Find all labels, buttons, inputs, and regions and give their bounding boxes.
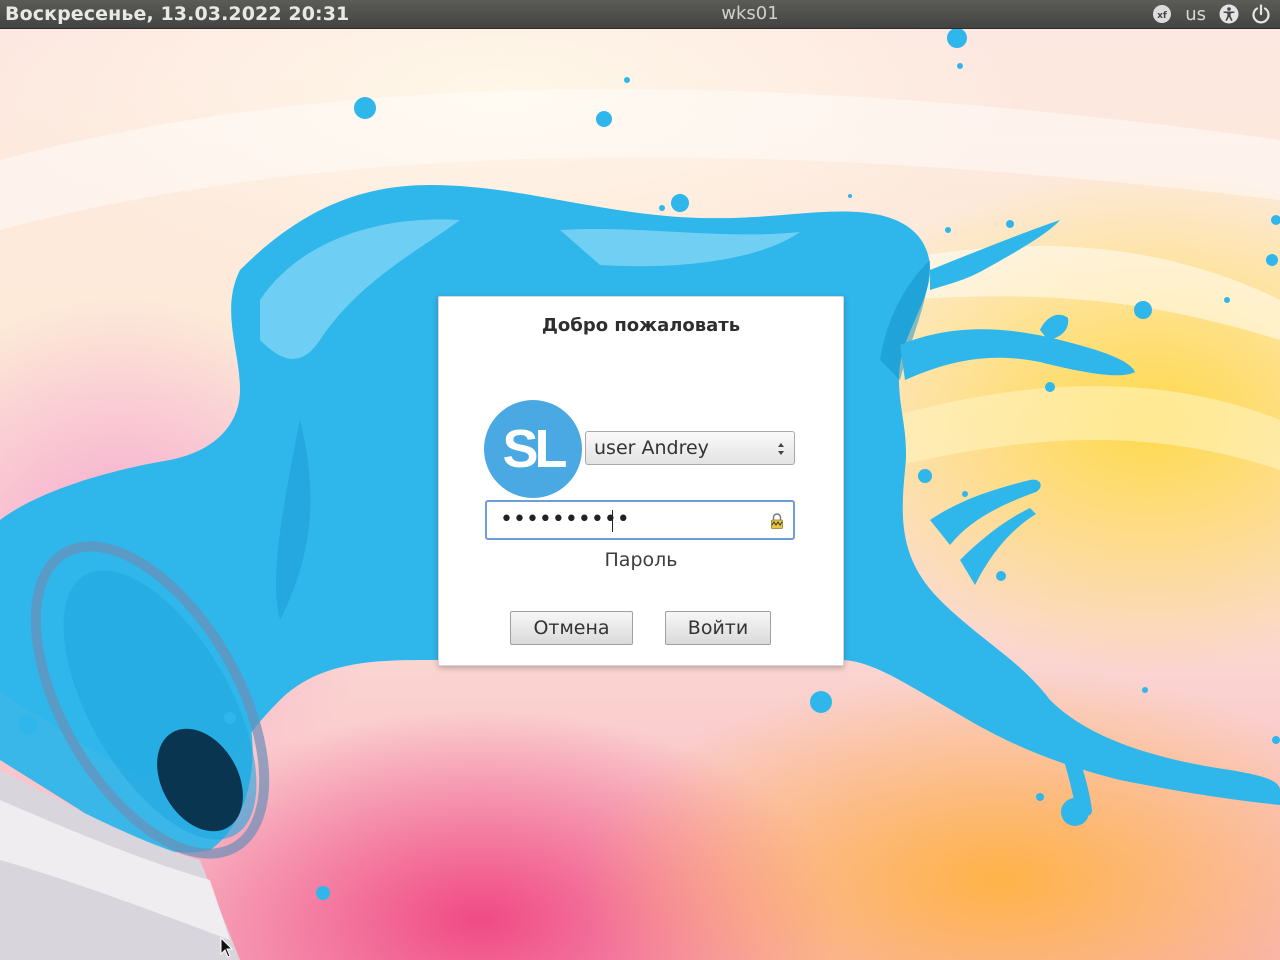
keyboard-layout-label: us [1185,3,1206,25]
login-dialog: Добро пожаловать SL user Andrey ••••••••… [438,296,844,666]
clock-datetime[interactable]: Воскресенье, 13.03.2022 20:31 [5,3,349,25]
power-icon[interactable] [1250,2,1272,26]
svg-text:xf: xf [1157,11,1167,21]
password-input[interactable]: •••••••••• [485,500,795,540]
password-masked-value: •••••••••• [500,507,630,532]
dialog-title: Добро пожаловать [541,315,741,336]
user-select-dropdown[interactable]: user Andrey [585,431,795,465]
text-caret [612,510,613,532]
accessibility-icon[interactable] [1218,2,1240,26]
caps-lock-warning-icon [771,513,783,529]
system-tray: xf us [1151,2,1272,26]
selected-user-label: user Andrey [594,437,709,459]
password-label: Пароль [604,549,678,571]
dropdown-arrows-icon [778,443,784,455]
login-button[interactable]: Войти [665,611,771,645]
mouse-pointer-icon [220,937,234,958]
top-panel: Воскресенье, 13.03.2022 20:31 wks01 xf u… [0,0,1280,29]
user-avatar: SL [483,399,583,499]
keyboard-layout-indicator[interactable]: us [1183,2,1208,26]
avatar-logo-text: SL [502,419,566,479]
cancel-button[interactable]: Отмена [510,611,633,645]
xf-badge-icon[interactable]: xf [1151,2,1173,26]
